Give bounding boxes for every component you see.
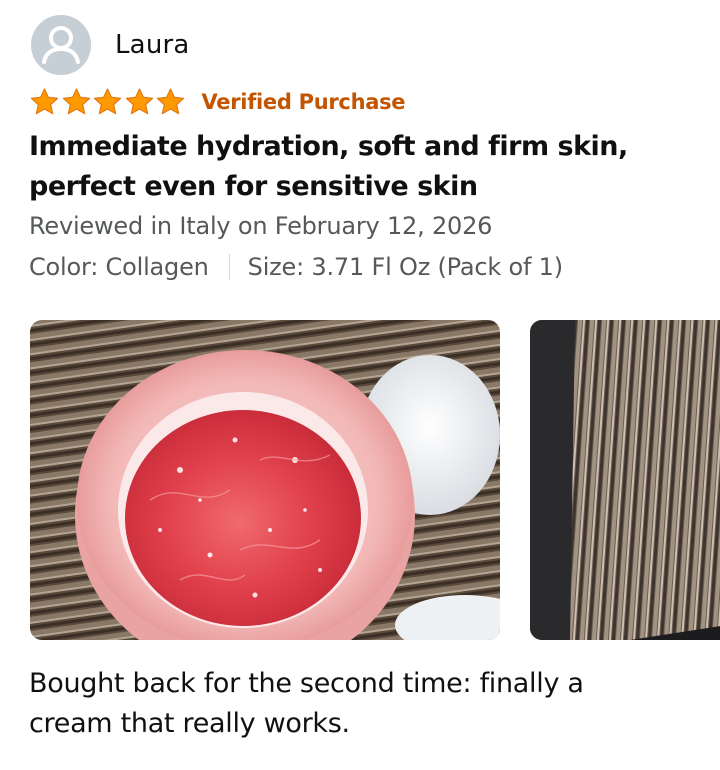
review-body-line-1: Bought back for the second time: finally… — [29, 668, 584, 699]
verified-purchase-badge: Verified Purchase — [201, 90, 406, 114]
star-rating[interactable] — [29, 87, 187, 117]
reviewer-name[interactable]: Laura — [115, 30, 190, 60]
reviewer-profile[interactable]: Laura — [31, 15, 190, 75]
variant-size: Size: 3.71 Fl Oz (Pack of 1) — [247, 253, 563, 281]
review-body-line-2: cream that really works. — [29, 708, 350, 739]
review-date: Reviewed in Italy on February 12, 2026 — [29, 212, 493, 240]
review-photo-1[interactable] — [30, 320, 500, 640]
review-title-line-2: perfect even for sensitive skin — [29, 171, 478, 202]
review-body: Bought back for the second time: finally… — [29, 664, 689, 744]
product-variants: Color: Collagen Size: 3.71 Fl Oz (Pack o… — [29, 253, 563, 281]
review-image-carousel[interactable] — [30, 320, 720, 640]
review-title-line-1: Immediate hydration, soft and firm skin, — [29, 131, 628, 162]
review-card: Laura Verified Purchase Immediate hydrat… — [0, 0, 720, 770]
variant-color: Color: Collagen — [29, 253, 209, 281]
star-icon — [62, 88, 90, 115]
review-photo-2[interactable] — [530, 320, 720, 640]
rating-row: Verified Purchase — [29, 86, 406, 118]
star-icon — [125, 88, 153, 115]
default-user-avatar-icon — [31, 15, 91, 75]
variant-divider — [228, 254, 230, 280]
star-icon — [156, 88, 185, 115]
star-icon — [30, 88, 59, 115]
review-title[interactable]: Immediate hydration, soft and firm skin,… — [29, 127, 689, 207]
star-icon — [93, 88, 122, 115]
